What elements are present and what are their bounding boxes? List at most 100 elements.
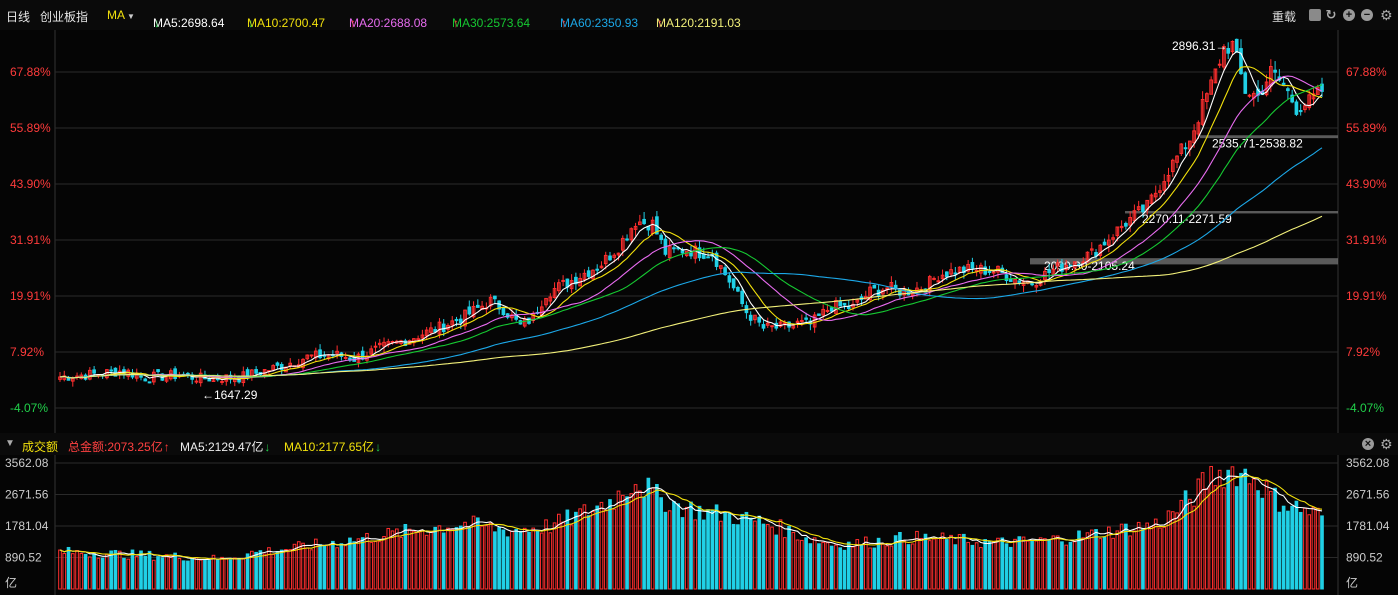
volume-bar	[92, 553, 96, 590]
volume-bar	[1320, 515, 1324, 590]
candle-body	[143, 378, 148, 382]
volume-bar	[731, 523, 736, 590]
arrow-down-icon: ↓	[154, 16, 160, 30]
volume-bar	[1281, 505, 1286, 590]
close-icon[interactable]: ×	[1362, 438, 1374, 450]
copy-icon[interactable]	[1309, 9, 1321, 21]
candle-body	[1281, 82, 1286, 85]
candle-body	[173, 368, 177, 380]
volume-bar	[501, 529, 506, 590]
volume-bar	[458, 525, 463, 590]
volume-bar	[697, 505, 702, 590]
volume-bar	[467, 526, 472, 590]
y-tick-label-left: 55.89%	[10, 121, 51, 135]
arrow-up-icon: ↑	[657, 16, 663, 30]
volume-bar	[160, 557, 165, 590]
ma-value-label: MA60:2350.93	[560, 16, 639, 30]
volume-bar	[122, 557, 126, 590]
volume-bar	[655, 484, 659, 590]
settings-icon[interactable]: ⚙	[1380, 8, 1393, 22]
y-tick-label-right: 31.91%	[1346, 233, 1387, 247]
zoom-in-icon[interactable]: +	[1343, 9, 1355, 21]
candle-body	[275, 362, 280, 366]
volume-title: 成交额	[22, 440, 59, 454]
volume-total-label: 总金额:2073.25亿	[68, 440, 163, 454]
volume-ma5-label: MA5:2129.47亿	[180, 440, 264, 454]
y-tick-label-right: 2671.56	[1346, 488, 1390, 502]
volume-bar	[1290, 505, 1294, 590]
indicator-selector[interactable]: MA ▼	[107, 8, 135, 22]
volume-bar	[876, 537, 881, 590]
volume-bar	[139, 550, 143, 590]
y-tick-label-left: 2671.56	[5, 488, 49, 502]
zoom-out-icon[interactable]: −	[1361, 9, 1373, 21]
y-tick-label-left: 1781.04	[5, 519, 49, 533]
settings-icon[interactable]: ⚙	[1380, 437, 1393, 451]
volume-bar	[608, 499, 612, 590]
period-label[interactable]: 日线	[6, 8, 30, 25]
price-panel[interactable]: 67.88% 67.88% 55.89% 55.89% 43.90% 43.90% 31.9…	[0, 30, 1398, 433]
candle-body	[872, 284, 877, 289]
y-tick-label-right: 3562.08	[1346, 456, 1390, 470]
volume-bar	[518, 530, 523, 590]
candle-body	[1047, 269, 1051, 274]
refresh-icon[interactable]: ↻	[1325, 8, 1337, 21]
volume-bar	[254, 551, 258, 590]
volume-bar	[1234, 486, 1239, 590]
rehab-button[interactable]: 重载	[1272, 8, 1296, 25]
chart-toolbar: 日线 创业板指 MA ▼ MA5:2698.64 ↓ MA10:2700.47 ↓ MA2…	[0, 0, 1398, 30]
volume-bar	[723, 512, 727, 590]
y-tick-label-left: 31.91%	[10, 233, 51, 247]
candle-body	[493, 295, 497, 300]
candle-body	[770, 325, 774, 328]
indicator-label: MA	[107, 8, 125, 22]
arrow-up-icon: ↑	[163, 440, 170, 454]
volume-bar	[701, 519, 706, 590]
candle-body	[1102, 241, 1107, 246]
candle-body	[782, 322, 787, 325]
candle-body	[893, 284, 898, 289]
volume-panel[interactable]: 3562.08 3562.08 2671.56 2671.56 1781.04 1781.…	[0, 455, 1398, 595]
volume-bar	[744, 511, 749, 590]
volume-bar	[586, 515, 591, 590]
volume-bar	[1273, 487, 1277, 590]
volume-bar	[676, 503, 681, 590]
candle-body	[1298, 110, 1303, 113]
candle-body	[846, 306, 851, 309]
volume-bar	[331, 540, 335, 590]
candle-body	[932, 277, 936, 280]
volume-bar	[245, 553, 250, 590]
y-tick-label-left: 亿	[5, 575, 17, 590]
high-price-annotation: 2896.31→	[1172, 39, 1227, 53]
volume-bar	[757, 515, 762, 590]
y-tick-label-right: 43.90%	[1346, 177, 1387, 191]
volume-bar	[1060, 541, 1064, 590]
volume-bar	[663, 511, 668, 590]
candle-body	[92, 369, 96, 374]
volume-bar	[1277, 511, 1282, 590]
volume-bar	[1256, 490, 1260, 590]
y-tick-label-left: 3562.08	[5, 456, 49, 470]
candle-body	[1243, 72, 1248, 94]
volume-bar	[181, 560, 186, 590]
chevron-down-icon: ▼	[127, 12, 135, 21]
collapse-icon[interactable]: ▼	[5, 438, 15, 449]
y-tick-label-left: 67.88%	[10, 65, 51, 79]
volume-bar	[113, 549, 118, 590]
volume-ma10-label: MA10:2177.65亿	[284, 440, 375, 454]
volume-bar	[625, 496, 629, 590]
ma-value-label: MA30:2573.64	[452, 16, 531, 30]
volume-bar	[574, 511, 578, 590]
candle-body	[147, 381, 152, 384]
volume-bar	[130, 549, 135, 590]
volume-bar	[893, 535, 898, 590]
volume-bar	[672, 501, 676, 590]
volume-bar	[787, 525, 791, 590]
candle-body	[1141, 204, 1145, 213]
volume-bar	[1047, 539, 1051, 590]
volume-bar	[1124, 523, 1128, 590]
candle-body	[139, 375, 143, 378]
volume-bar	[748, 517, 753, 590]
volume-bar	[228, 559, 233, 590]
volume-bar	[1000, 537, 1005, 590]
